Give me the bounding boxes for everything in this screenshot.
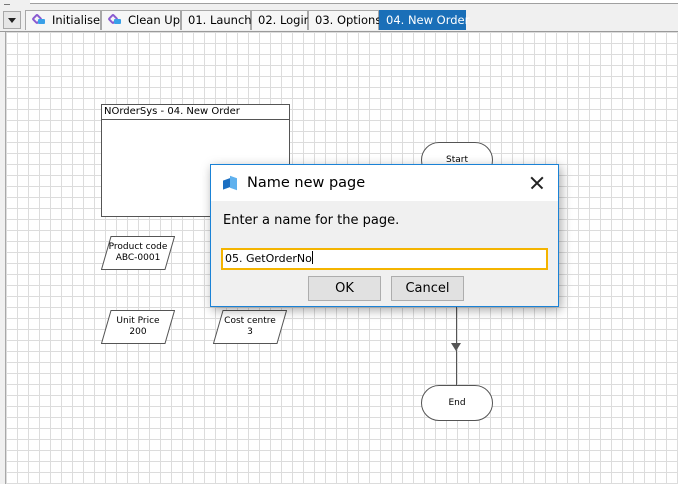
tab-label: Clean Up	[128, 13, 181, 27]
flow-connector	[456, 306, 457, 344]
data-item-value: ABC-0001	[115, 253, 161, 263]
process-icon	[32, 14, 46, 25]
end-label: End	[448, 398, 466, 408]
toolbar-remnant	[4, 0, 10, 5]
data-item-cost-centre[interactable]: Cost centre 3	[213, 310, 287, 344]
tab-initialise[interactable]: Initialise	[25, 10, 101, 30]
dialog-titlebar: Name new page	[211, 165, 558, 201]
app-logo-icon	[223, 177, 237, 191]
name-new-page-dialog: Name new page Enter a name for the page.…	[210, 164, 559, 307]
dialog-title: Name new page	[247, 175, 366, 191]
data-item-value: 200	[129, 327, 147, 337]
text-caret	[311, 251, 313, 264]
data-item-name: Product code	[108, 242, 168, 252]
data-item-product-code[interactable]: Product code ABC-0001	[101, 236, 175, 270]
data-item-unit-price[interactable]: Unit Price 200	[101, 310, 175, 344]
close-icon[interactable]	[524, 171, 550, 195]
tab-01-launch[interactable]: 01. Launch	[181, 10, 252, 30]
data-item-name: Cost centre	[224, 316, 276, 326]
ok-button[interactable]: OK	[308, 276, 381, 301]
tab-list-dropdown-button[interactable]	[3, 11, 21, 29]
dialog-prompt: Enter a name for the page.	[223, 213, 400, 228]
tab-02-login[interactable]: 02. Login	[251, 10, 311, 30]
tab-03-options[interactable]: 03. Options	[308, 10, 382, 30]
data-item-value: 3	[247, 327, 253, 337]
tab-label: 04. New Order	[386, 13, 470, 27]
process-icon	[108, 14, 122, 25]
end-stage[interactable]: End	[421, 385, 493, 421]
toolbar-edge	[30, 0, 678, 4]
tab-label: Initialise	[52, 13, 101, 27]
top-strip	[0, 0, 678, 9]
tab-label: 02. Login	[258, 13, 311, 27]
flow-connector	[456, 350, 457, 386]
tab-label: 01. Launch	[188, 13, 252, 27]
cancel-button[interactable]: Cancel	[391, 276, 464, 301]
tab-04-new-order[interactable]: 04. New Order	[379, 10, 470, 30]
tab-clean-up[interactable]: Clean Up	[101, 10, 181, 30]
page-tab-bar: Initialise Clean Up 01. Launch 02. Login…	[0, 9, 678, 32]
page-name-value: 05. GetOrderNo	[225, 252, 312, 265]
data-item-name: Unit Price	[116, 316, 160, 326]
tab-label: 03. Options	[315, 13, 382, 27]
page-info-title: NOrderSys - 04. New Order	[102, 105, 289, 120]
page-name-input[interactable]: 05. GetOrderNo	[221, 248, 548, 270]
